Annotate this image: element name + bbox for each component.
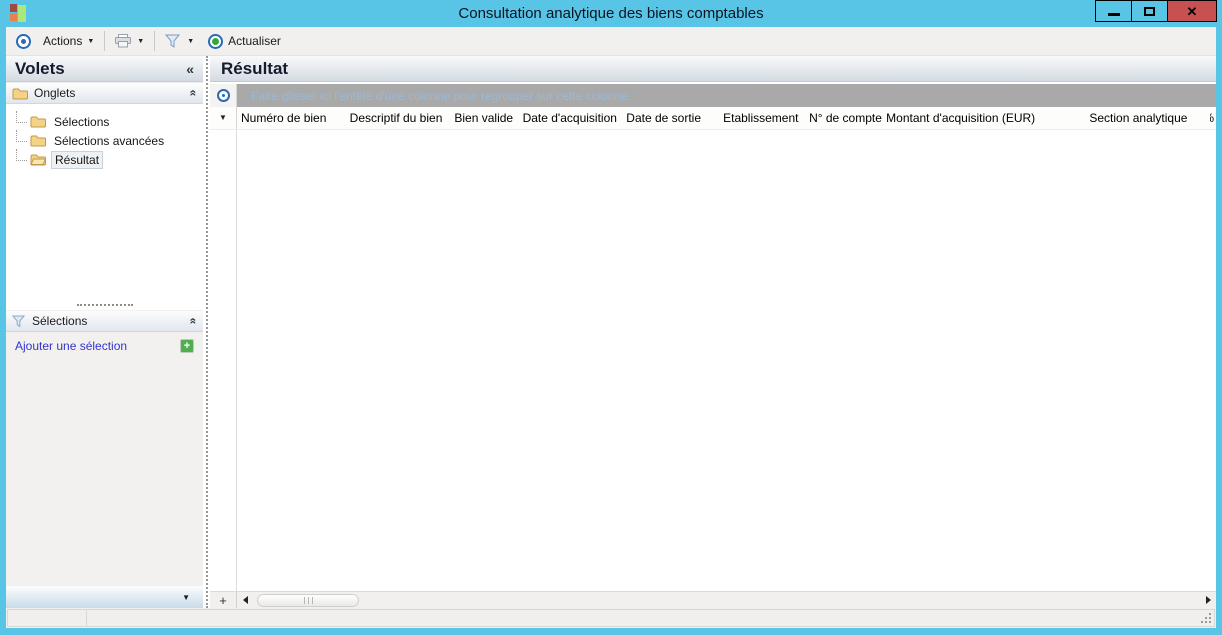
- grid-indicator-button[interactable]: [210, 84, 237, 107]
- grid-horizontal-scrollbar: +: [210, 591, 1216, 608]
- actions-label: Actions: [43, 34, 83, 48]
- column-header[interactable]: Etablissement: [719, 107, 805, 129]
- group-by-hint: Faire glisser ici l'entête d'une colonne…: [251, 88, 632, 103]
- target-button[interactable]: [10, 29, 37, 53]
- tree-connector: [16, 149, 27, 161]
- maximize-button[interactable]: [1131, 0, 1168, 22]
- grid-top-row: Faire glisser ici l'entête d'une colonne…: [210, 84, 1216, 107]
- tree-item-label: Sélections avancées: [54, 133, 165, 148]
- filter-funnel-icon: [12, 315, 26, 327]
- grid-column-headers: ▼ Numéro de bien Descriptif du bien Bien…: [210, 107, 1216, 130]
- minimize-icon: [1107, 13, 1120, 16]
- add-selection-row: Ajouter une sélection +: [6, 332, 203, 359]
- folder-icon: [30, 116, 46, 128]
- result-header: Résultat: [210, 56, 1216, 82]
- status-bar: [6, 608, 1216, 628]
- maximize-icon: [1144, 6, 1155, 16]
- onglets-section-header[interactable]: Onglets «: [6, 82, 203, 104]
- column-header[interactable]: Date de sortie: [622, 107, 719, 129]
- sidebar-header: Volets «: [6, 56, 203, 82]
- sidebar-splitter[interactable]: [203, 56, 210, 608]
- status-cell-left: [7, 609, 87, 627]
- chevron-down-icon: ▼: [137, 37, 145, 45]
- close-icon: ✕: [1186, 3, 1198, 19]
- sidebar-scroll-bar: ▼: [6, 586, 203, 608]
- printer-icon: [115, 34, 132, 48]
- add-selection-plus-button[interactable]: +: [180, 338, 194, 353]
- tree-item-selections-avancees[interactable]: Sélections avancées: [6, 130, 203, 150]
- status-cell-main: [87, 609, 1215, 627]
- sidebar: Volets « Onglets « Sélections Sélections…: [6, 56, 203, 608]
- scroll-left-button[interactable]: [237, 592, 253, 608]
- target-icon: [216, 89, 230, 102]
- print-button[interactable]: [109, 29, 137, 53]
- filter-funnel-icon: [165, 34, 181, 48]
- window-title: Consultation analytique des biens compta…: [458, 5, 764, 22]
- title-bar: Consultation analytique des biens compta…: [0, 0, 1222, 27]
- scroll-left-icon: [242, 596, 248, 604]
- column-header[interactable]: Numéro de bien: [237, 107, 346, 129]
- grid-add-button[interactable]: +: [210, 592, 237, 608]
- folder-icon: [30, 135, 46, 147]
- tree-item-label: Sélections: [54, 114, 110, 129]
- column-header[interactable]: Montant d'acquisition (EUR): [882, 107, 1067, 129]
- group-by-panel[interactable]: Faire glisser ici l'entête d'une colonne…: [237, 84, 1216, 107]
- minimize-button[interactable]: [1095, 0, 1132, 22]
- main-panel: Résultat Faire glisser ici l'entête d'un…: [210, 56, 1216, 608]
- refresh-icon: [208, 33, 224, 49]
- toolbar: Actions ▼ ▼ ▼ Actualiser: [6, 27, 1216, 56]
- folder-open-icon: [30, 154, 46, 166]
- scroll-down-icon[interactable]: ▼: [182, 593, 190, 602]
- column-header[interactable]: Descriptif du bien: [346, 107, 451, 129]
- selections-panel: Ajouter une sélection +: [6, 332, 203, 586]
- target-icon: [16, 33, 31, 49]
- print-options-button[interactable]: ▼: [137, 29, 150, 53]
- tree-item-selections[interactable]: Sélections: [6, 111, 203, 131]
- close-button[interactable]: ✕: [1167, 0, 1217, 22]
- chevron-down-icon: ▼: [219, 113, 227, 122]
- grid-customize-button[interactable]: ▼: [210, 107, 237, 129]
- selections-section-title: Sélections: [32, 314, 88, 328]
- column-header[interactable]: Date d'acquisition: [519, 107, 623, 129]
- scrollbar-thumb[interactable]: [257, 594, 359, 607]
- content-area: Volets « Onglets « Sélections Sélections…: [6, 56, 1216, 608]
- refresh-label: Actualiser: [228, 34, 281, 48]
- filter-options-button[interactable]: ▼: [187, 29, 200, 53]
- selections-section-header[interactable]: Sélections «: [6, 310, 203, 332]
- chevron-down-icon: ▼: [87, 37, 95, 45]
- refresh-button[interactable]: Actualiser: [202, 29, 287, 53]
- collapse-panel-icon[interactable]: «: [187, 90, 201, 97]
- scroll-right-icon: [1205, 596, 1211, 604]
- scrollbar-track[interactable]: [253, 592, 1200, 608]
- tree-item-resultat[interactable]: Résultat: [6, 149, 203, 169]
- sidebar-title: Volets: [15, 58, 65, 78]
- scrollbar-grip-icon: [303, 597, 313, 604]
- scroll-right-button[interactable]: [1200, 592, 1216, 608]
- folder-icon: [12, 88, 28, 99]
- collapse-sidebar-icon[interactable]: «: [186, 61, 194, 77]
- column-header[interactable]: Bien valide: [450, 107, 518, 129]
- tree-item-label: Résultat: [51, 150, 104, 169]
- toolbar-separator: [154, 31, 156, 51]
- tree-connector: [16, 130, 27, 142]
- column-header[interactable]: N° de compte: [805, 107, 882, 129]
- collapse-panel-icon[interactable]: «: [187, 318, 201, 325]
- chevron-down-icon: ▼: [187, 37, 195, 45]
- grid-body: [210, 130, 1216, 591]
- onglets-section-title: Onglets: [34, 86, 76, 100]
- actions-menu-button[interactable]: Actions ▼: [37, 29, 100, 53]
- result-title: Résultat: [221, 58, 289, 78]
- indicator-column-divider: [236, 130, 237, 591]
- column-header[interactable]: Section analytique: [1067, 107, 1210, 129]
- onglets-tree: Sélections Sélections avancées Résultat: [6, 104, 203, 300]
- window-controls: ✕: [1095, 0, 1217, 22]
- panel-splitter[interactable]: [6, 300, 203, 310]
- tree-connector: [16, 111, 27, 123]
- add-selection-link[interactable]: Ajouter une sélection: [15, 339, 127, 353]
- column-header[interactable]: %: [1210, 107, 1216, 129]
- filter-button[interactable]: [159, 29, 187, 53]
- toolbar-separator: [104, 31, 106, 51]
- resize-grip[interactable]: [1209, 621, 1211, 623]
- result-grid: Faire glisser ici l'entête d'une colonne…: [210, 84, 1216, 608]
